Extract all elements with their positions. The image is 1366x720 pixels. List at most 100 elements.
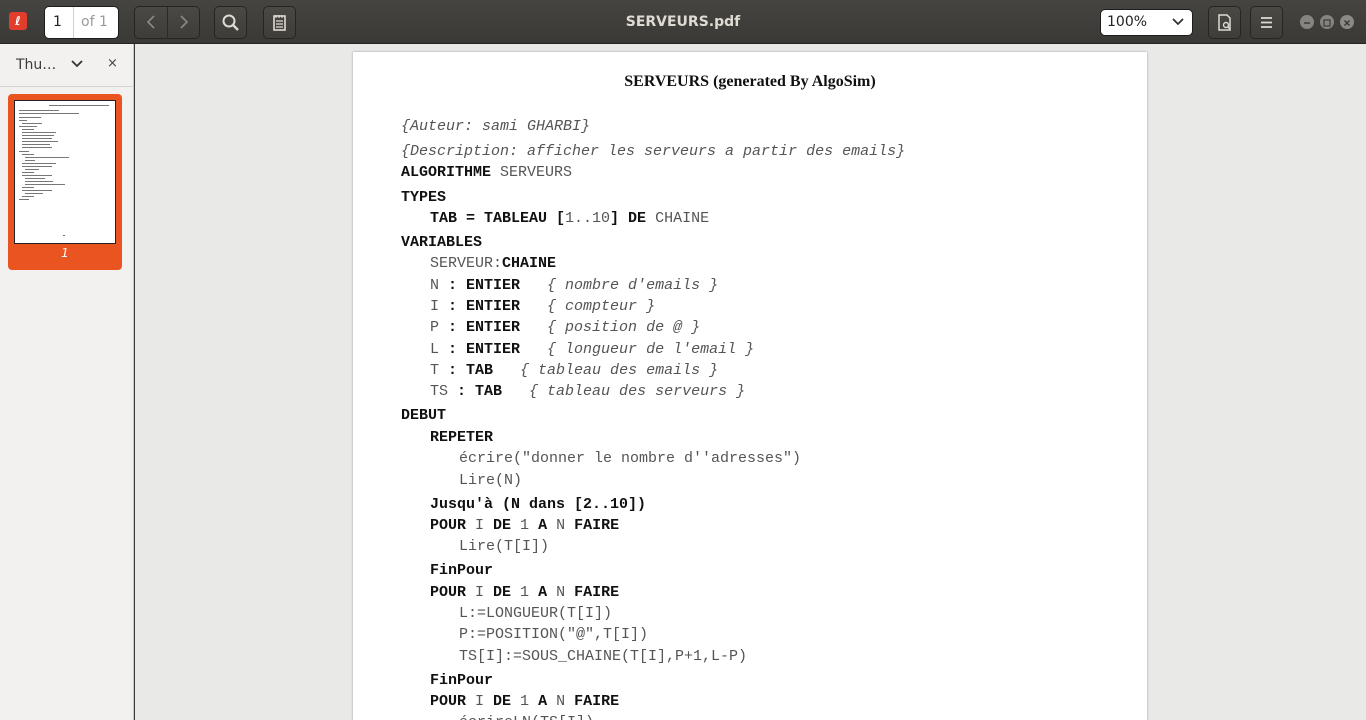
code-keyword: DE	[493, 517, 512, 534]
page-navigation	[134, 6, 200, 39]
code-keyword: : ENTIER	[448, 341, 521, 358]
annotations-button[interactable]	[263, 6, 296, 39]
thumbnail-line	[19, 126, 37, 127]
code-text: Lire(N)	[459, 472, 523, 489]
code-text: SERVEURS	[491, 164, 573, 181]
code-text: Lire(T[I])	[459, 538, 550, 555]
code-comment: {Auteur: sami GHARBI}	[401, 118, 591, 135]
code-text: N	[547, 584, 575, 601]
thumbnail-line	[22, 123, 42, 124]
code-text: L	[430, 341, 449, 358]
app-logo-icon: ℓ	[9, 12, 27, 30]
thumbnail-line	[22, 163, 56, 164]
next-page-button[interactable]	[168, 7, 200, 38]
sidebar: Thu… × 1	[0, 44, 134, 720]
code-line: POUR I DE 1 A N FAIRE	[430, 693, 619, 710]
previous-page-button[interactable]	[135, 7, 167, 38]
code-keyword: : ENTIER	[448, 319, 521, 336]
header-bar: ℓ 1 of 1 SERVEURS.pdf 100%	[0, 0, 1366, 44]
code-line: REPETER	[430, 429, 493, 446]
code-line: P:=POSITION("@",T[I])	[459, 626, 648, 643]
code-text: I	[466, 584, 494, 601]
thumbnail-line	[49, 105, 109, 106]
code-keyword: POUR	[430, 517, 467, 534]
document-title: SERVEURS (generated By AlgoSim)	[624, 73, 876, 90]
maximize-button[interactable]	[1320, 15, 1334, 29]
thumbnail-line	[25, 193, 43, 194]
thumbnail-line	[25, 169, 39, 170]
code-text: CHAINE	[646, 210, 710, 227]
code-text: N	[547, 517, 575, 534]
thumbnail-line	[25, 160, 35, 161]
chevron-down-icon	[1172, 10, 1184, 44]
code-line: L:=LONGUEUR(T[I])	[459, 605, 612, 622]
code-keyword: FinPour	[430, 562, 494, 579]
maximize-icon	[1323, 19, 1331, 27]
thumbnail-line	[22, 132, 56, 133]
code-keyword: FAIRE	[574, 517, 620, 534]
code-line: T : TAB { tableau des emails }	[430, 362, 718, 379]
page-number-field[interactable]: 1 of 1	[44, 6, 119, 39]
code-text: TS[I]:=SOUS_CHAINE(T[I],P+1,L-P)	[459, 648, 748, 665]
thumbnail-line	[22, 141, 58, 142]
page-number-input[interactable]: 1	[45, 7, 74, 38]
page-thumbnail[interactable]: 1	[8, 94, 122, 270]
code-keyword: : TAB	[457, 383, 503, 400]
thumbnail-line	[25, 181, 53, 182]
sidebar-close-button[interactable]: ×	[107, 44, 118, 84]
thumbnail-line	[22, 196, 34, 197]
thumbnail-line	[22, 135, 54, 136]
thumbnail-line	[19, 110, 59, 111]
document-properties-button[interactable]	[1208, 6, 1241, 39]
code-keyword: A	[538, 693, 548, 710]
thumbnail-line	[22, 129, 34, 130]
code-text: N	[547, 693, 575, 710]
code-keyword: FAIRE	[574, 584, 620, 601]
thumbnail-line	[19, 113, 79, 114]
code-line: SERVEUR:CHAINE	[430, 255, 556, 272]
chevron-right-icon	[180, 15, 189, 29]
code-line: I : ENTIER { compteur }	[430, 298, 655, 315]
code-line: ALGORITHME SERVEURS	[401, 164, 572, 181]
chevron-down-icon[interactable]	[70, 56, 84, 70]
code-line: {Auteur: sami GHARBI}	[401, 118, 590, 135]
code-line: TYPES	[401, 189, 446, 206]
zoom-select[interactable]: 100%	[1100, 9, 1193, 36]
thumbnail-line	[19, 151, 29, 152]
page-count-label: of 1	[81, 14, 108, 30]
code-text: N	[430, 277, 449, 294]
thumbnail-line	[63, 235, 65, 236]
sidebar-mode-selector[interactable]: Thu…	[16, 44, 56, 86]
thumbnail-line	[22, 138, 52, 139]
code-text: P	[430, 319, 449, 336]
thumbnail-line	[22, 175, 52, 176]
code-text: I	[466, 693, 494, 710]
code-keyword: VARIABLES	[401, 234, 483, 251]
code-line: Lire(T[I])	[459, 538, 549, 555]
code-line: {Description: afficher les serveurs a pa…	[401, 143, 905, 160]
code-line: L : ENTIER { longueur de l'email }	[430, 341, 754, 358]
document-viewer[interactable]: SERVEURS (generated By AlgoSim) {Auteur:…	[135, 44, 1366, 720]
code-keyword: : ENTIER	[448, 277, 521, 294]
code-line: écrireLN(TS[I])	[459, 714, 594, 720]
thumbnail-line	[19, 120, 27, 121]
code-keyword: DE	[493, 584, 512, 601]
minimize-button[interactable]	[1300, 15, 1314, 29]
search-button[interactable]	[214, 6, 247, 39]
menu-button[interactable]	[1250, 6, 1283, 39]
code-keyword: TAB = TABLEAU [	[430, 210, 566, 227]
code-keyword: CHAINE	[502, 255, 557, 272]
thumbnail-line	[19, 199, 29, 200]
thumbnail-line	[25, 157, 69, 158]
close-window-button[interactable]	[1340, 15, 1354, 29]
thumbnail-line	[22, 190, 52, 191]
thumbnail-line	[22, 147, 52, 148]
code-keyword: TYPES	[401, 189, 447, 206]
code-line: Jusqu'à (N dans [2..10])	[430, 496, 646, 513]
code-keyword: POUR	[430, 693, 467, 710]
thumbnail-line	[25, 178, 45, 179]
